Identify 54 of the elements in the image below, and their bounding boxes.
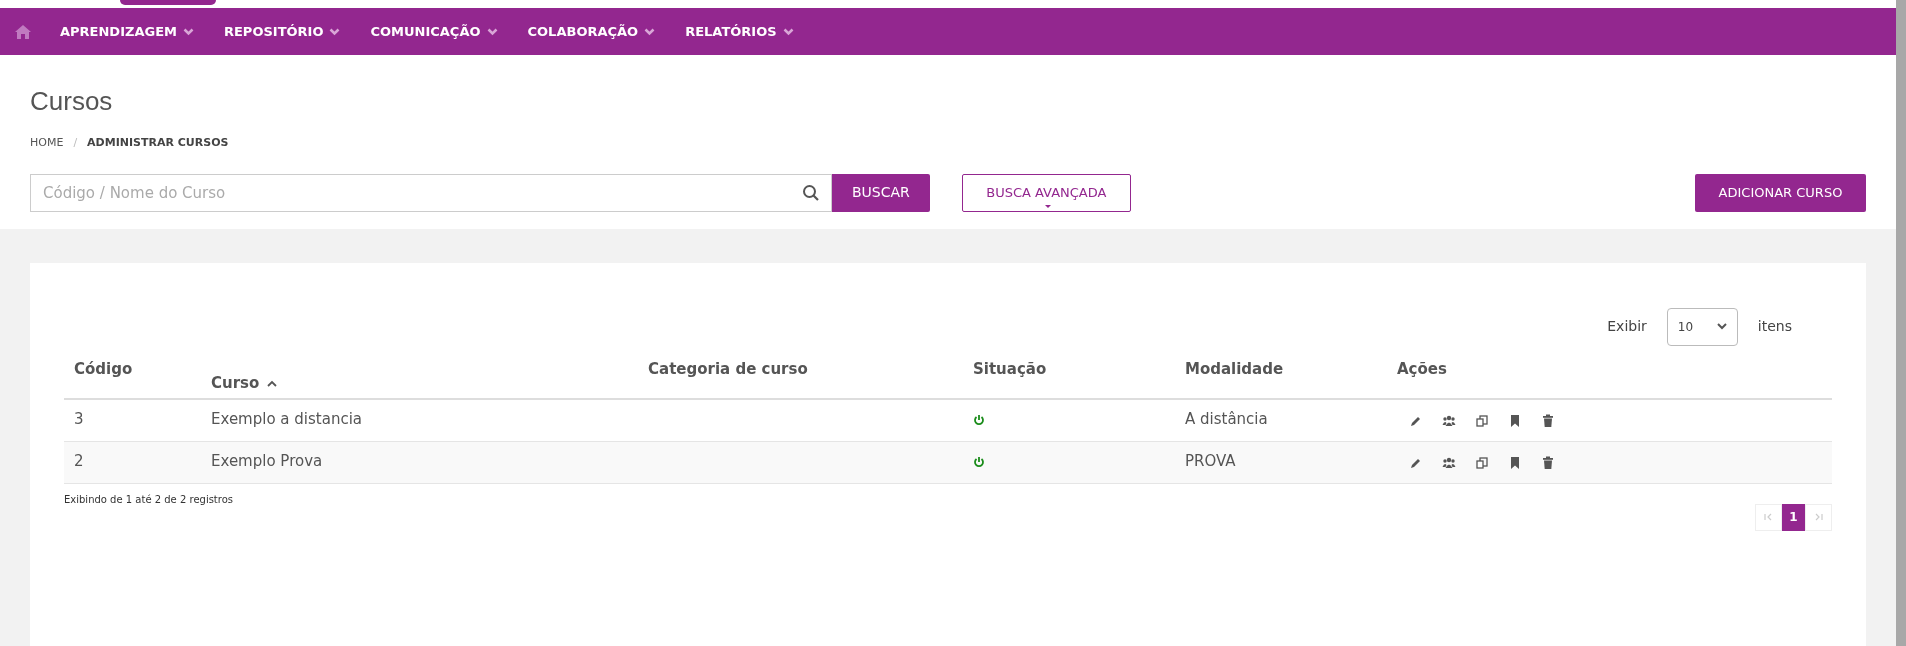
nav-menu-item[interactable]: APRENDIZAGEM bbox=[60, 21, 177, 42]
nav-menu-item[interactable]: COLABORAÇÃO bbox=[527, 21, 639, 42]
course-mode: A distância bbox=[1185, 410, 1268, 428]
course-name: Exemplo Prova bbox=[211, 451, 323, 470]
column-header[interactable]: Modalidade bbox=[1185, 357, 1284, 380]
course-mode: PROVA bbox=[1185, 451, 1236, 470]
pencil-icon[interactable] bbox=[1409, 414, 1423, 428]
menu-tab[interactable] bbox=[120, 0, 216, 5]
column-header[interactable]: Ações bbox=[1397, 357, 1447, 380]
advanced-search-button[interactable]: BUSCA AVANÇADA bbox=[961, 173, 1131, 212]
power-icon[interactable] bbox=[973, 455, 985, 468]
chevron-down-icon bbox=[182, 27, 194, 36]
caret-down-icon bbox=[1044, 204, 1051, 209]
breadcrumb-separator: / bbox=[73, 135, 78, 151]
users-icon[interactable] bbox=[1442, 455, 1456, 470]
column-header[interactable]: Curso bbox=[211, 371, 260, 394]
chevron-down-icon bbox=[329, 27, 341, 36]
course-code: 2 bbox=[74, 451, 84, 470]
search-field[interactable]: Código / Nome do Curso bbox=[30, 173, 832, 212]
course-code: 3 bbox=[74, 410, 84, 428]
power-icon[interactable] bbox=[973, 414, 985, 426]
column-header[interactable]: Categoria de curso bbox=[648, 357, 808, 380]
chevron-down-icon bbox=[782, 27, 794, 36]
last-page-icon bbox=[1814, 513, 1823, 521]
column-header[interactable]: Situação bbox=[973, 357, 1047, 380]
records-summary: Exibindo de 1 até 2 de 2 registros bbox=[64, 492, 233, 507]
page-title: Cursos bbox=[30, 85, 114, 118]
show-label: Exibir bbox=[1607, 317, 1647, 336]
nav-menu-item[interactable]: REPOSITÓRIO bbox=[223, 21, 324, 42]
copy-icon[interactable] bbox=[1475, 414, 1489, 428]
items-label: itens bbox=[1757, 317, 1792, 336]
chevron-down-icon bbox=[644, 27, 656, 36]
scrollbar[interactable] bbox=[1896, 0, 1906, 646]
sort-caret-icon[interactable] bbox=[267, 379, 278, 387]
bookmark-icon[interactable] bbox=[1508, 455, 1522, 470]
add-course-button[interactable]: ADICIONAR CURSO bbox=[1695, 173, 1866, 212]
page-number-button[interactable]: 1 bbox=[1782, 503, 1805, 531]
chevron-down-icon bbox=[486, 27, 498, 36]
course-name: Exemplo a distancia bbox=[211, 410, 363, 428]
search-icon[interactable] bbox=[802, 183, 820, 202]
chevron-down-icon bbox=[1716, 323, 1727, 330]
breadcrumb-link[interactable]: HOME bbox=[30, 135, 64, 152]
column-header[interactable]: Código bbox=[74, 357, 133, 380]
bookmark-icon[interactable] bbox=[1508, 414, 1522, 428]
trash-icon[interactable] bbox=[1541, 414, 1555, 428]
breadcrumb-current: ADMINISTRAR CURSOS bbox=[87, 135, 229, 151]
search-button[interactable]: BUSCAR bbox=[832, 173, 930, 212]
page-size-select[interactable]: 10 bbox=[1666, 307, 1738, 346]
nav-menu-item[interactable]: RELATÓRIOS bbox=[685, 21, 777, 42]
first-page-icon bbox=[1764, 513, 1773, 521]
nav-menu-item[interactable]: COMUNICAÇÃO bbox=[370, 21, 481, 42]
trash-icon[interactable] bbox=[1541, 455, 1555, 470]
copy-icon[interactable] bbox=[1475, 455, 1489, 470]
users-icon[interactable] bbox=[1442, 414, 1456, 428]
